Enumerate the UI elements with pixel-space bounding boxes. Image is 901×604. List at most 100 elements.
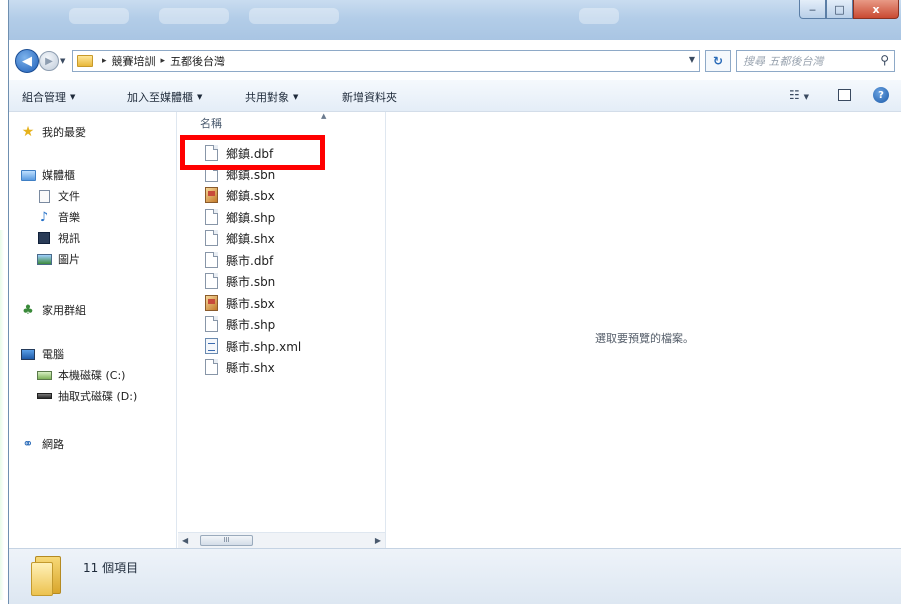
add-to-library-button[interactable]: 加入至媒體櫃 ▼ — [127, 89, 202, 105]
scroll-thumb[interactable]: III — [200, 535, 253, 546]
organize-menu-button[interactable]: 組合管理 ▼ — [22, 89, 75, 105]
search-placeholder[interactable]: 搜尋 五都後台灣 — [743, 53, 824, 69]
title-blur — [159, 8, 229, 24]
file-name: 縣市.sbn — [226, 274, 276, 289]
title-blur — [249, 8, 339, 24]
back-button[interactable]: ◀ — [15, 49, 39, 73]
recent-pages-dropdown-icon[interactable]: ▼ — [60, 57, 65, 65]
nav-item-libraries[interactable]: 媒體櫃 — [20, 167, 75, 183]
title-blur — [69, 8, 129, 24]
file-name: 縣市.shp.xml — [226, 339, 302, 354]
file-item[interactable]: 鄉鎮.shp — [205, 208, 275, 226]
scroll-right-icon[interactable]: ▶ — [375, 536, 381, 545]
file-name: 鄉鎮.sbx — [226, 188, 275, 203]
blank-file-icon — [205, 209, 218, 225]
maximize-button[interactable]: □ — [826, 0, 853, 19]
nav-item-local-disk[interactable]: 本機磁碟 (C:) — [36, 367, 125, 383]
breadcrumb-separator[interactable]: ▸ — [161, 56, 166, 66]
file-item[interactable]: 鄉鎮.shx — [205, 229, 275, 247]
preview-pane: 選取要預覽的檔案。 — [387, 112, 901, 548]
sbx-file-icon — [205, 187, 218, 203]
file-item[interactable]: 縣市.dbf — [205, 251, 273, 269]
scroll-left-icon[interactable]: ◀ — [182, 536, 188, 545]
network-icon: ⚭ — [22, 436, 34, 452]
desktop-edge — [0, 230, 4, 600]
nav-item-label: 文件 — [58, 190, 80, 203]
minimize-button[interactable]: ‒ — [799, 0, 826, 19]
chevron-down-icon: ▼ — [293, 93, 299, 101]
breadcrumb-item[interactable]: 五都後台灣 — [170, 53, 225, 69]
sort-ascending-icon: ▲ — [321, 112, 327, 120]
horizontal-scrollbar[interactable]: ◀ III ▶ — [178, 532, 385, 548]
refresh-button[interactable]: ↻ — [705, 50, 731, 72]
nav-item-label: 網路 — [42, 438, 64, 451]
nav-item-label: 音樂 — [58, 211, 80, 224]
picture-icon — [36, 252, 52, 266]
file-item[interactable]: 縣市.sbx — [205, 294, 275, 312]
search-box[interactable]: 搜尋 五都後台灣 ⚲ — [736, 50, 895, 72]
preview-message: 選取要預覽的檔案。 — [595, 332, 694, 345]
file-item[interactable]: 縣市.shp — [205, 315, 275, 333]
nav-item-removable-disk[interactable]: 抽取式磁碟 (D:) — [36, 388, 137, 404]
file-item[interactable]: 縣市.shp.xml — [205, 337, 301, 355]
command-bar: 組合管理 ▼ 加入至媒體櫃 ▼ 共用對象 ▼ 新增資料夾 ☷ ▼ ? — [9, 80, 901, 112]
column-header-name[interactable]: 名稱 — [200, 115, 222, 131]
removable-drive-icon — [36, 389, 52, 403]
file-item[interactable]: 鄉鎮.sbx — [205, 186, 275, 204]
item-count: 11 個項目 — [83, 561, 139, 575]
file-name: 鄉鎮.shp — [226, 210, 276, 225]
preview-pane-icon[interactable] — [838, 89, 851, 101]
folder-icon — [31, 556, 63, 596]
sbx-file-icon — [205, 295, 218, 311]
address-bar[interactable]: ▸ 競賽培訓 ▸ 五都後台灣 ▼ — [72, 50, 700, 72]
nav-item-documents[interactable]: 文件 — [36, 188, 80, 204]
share-with-button[interactable]: 共用對象 ▼ — [245, 89, 298, 105]
search-icon[interactable]: ⚲ — [880, 53, 889, 67]
blank-file-icon — [205, 273, 218, 289]
file-name: 縣市.shx — [226, 360, 275, 375]
chevron-down-icon: ▼ — [70, 93, 76, 101]
help-icon[interactable]: ? — [873, 87, 889, 103]
nav-item-label: 視訊 — [58, 232, 80, 245]
blank-file-icon — [205, 316, 218, 332]
view-options-button[interactable]: ☷ ▼ — [789, 88, 809, 102]
music-icon: ♪ — [39, 209, 49, 225]
share-with-label: 共用對象 — [245, 91, 289, 104]
nav-item-label: 圖片 — [58, 253, 80, 266]
file-name: 鄉鎮.shx — [226, 231, 275, 246]
file-name: 縣市.sbx — [226, 296, 275, 311]
file-item[interactable]: 縣市.sbn — [205, 272, 275, 290]
chevron-down-icon: ▼ — [803, 93, 809, 101]
file-list-pane: 名稱 ▲ 鄉鎮.dbf 鄉鎮.sbn 鄉鎮.sbx 鄉鎮.shp 鄉鎮.shx … — [178, 112, 386, 548]
breadcrumb-separator[interactable]: ▸ — [102, 56, 107, 66]
xml-file-icon — [205, 338, 218, 354]
add-to-library-label: 加入至媒體櫃 — [127, 91, 193, 104]
nav-item-favorites[interactable]: ★ 我的最愛 — [20, 124, 86, 140]
highlight-box — [180, 135, 325, 170]
new-folder-label: 新增資料夾 — [342, 91, 397, 104]
explorer-window: ‒ □ x ◀ ▶ ▼ ▸ 競賽培訓 ▸ 五都後台灣 ▼ ↻ 搜尋 五都後台灣 … — [8, 0, 901, 604]
file-item[interactable]: 縣市.shx — [205, 358, 275, 376]
nav-item-homegroup[interactable]: ♣ 家用群組 — [20, 302, 86, 318]
title-blur — [579, 8, 619, 24]
address-dropdown-icon[interactable]: ▼ — [689, 55, 695, 64]
blank-file-icon — [205, 230, 218, 246]
breadcrumb-item[interactable]: 競賽培訓 — [112, 53, 156, 69]
nav-item-network[interactable]: ⚭ 網路 — [20, 436, 64, 452]
forward-button[interactable]: ▶ — [39, 51, 59, 71]
file-name: 縣市.shp — [226, 317, 276, 332]
nav-item-music[interactable]: ♪ 音樂 — [36, 209, 80, 225]
video-icon — [36, 231, 52, 245]
folder-icon — [77, 55, 93, 67]
nav-item-videos[interactable]: 視訊 — [36, 230, 80, 246]
nav-item-pictures[interactable]: 圖片 — [36, 251, 80, 267]
title-bar[interactable]: ‒ □ x — [9, 0, 901, 40]
navigation-pane: ★ 我的最愛 媒體櫃 文件 ♪ 音樂 視訊 圖片 ♣ 家用群組 電腦 本機磁碟 … — [9, 112, 177, 548]
nav-item-label: 媒體櫃 — [42, 169, 75, 182]
nav-item-label: 電腦 — [42, 348, 64, 361]
close-button[interactable]: x — [853, 0, 899, 19]
nav-item-computer[interactable]: 電腦 — [20, 346, 64, 362]
new-folder-button[interactable]: 新增資料夾 — [342, 89, 397, 105]
nav-item-label: 本機磁碟 (C:) — [58, 369, 126, 382]
drive-icon — [36, 368, 52, 382]
